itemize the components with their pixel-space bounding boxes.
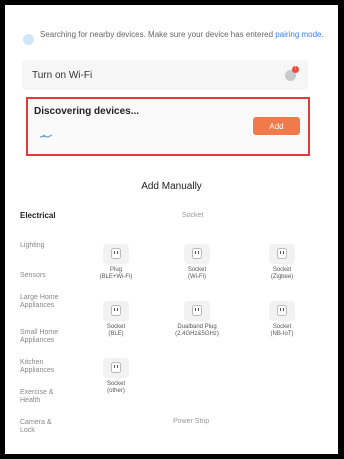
socket-icon: [184, 244, 210, 264]
category-small-home-appliances[interactable]: Small Home Appliances: [20, 329, 75, 345]
add-button[interactable]: Add: [253, 117, 300, 135]
device-plug-ble-wifi[interactable]: Plug (BLE+Wi-Fi): [81, 244, 151, 281]
discovering-devices-card: Discovering devices... Add: [26, 97, 310, 156]
scan-tail: .: [321, 30, 324, 39]
turn-on-wifi-row[interactable]: Turn on Wi-Fi !: [22, 60, 308, 90]
device-socket-wifi[interactable]: Socket (Wi-Fi): [162, 244, 232, 281]
socket-icon: [269, 244, 295, 264]
scanning-icon: [23, 34, 34, 45]
device-socket-ble[interactable]: Socket (BLE): [81, 301, 151, 338]
category-camera-lock[interactable]: Camera & Lock: [20, 419, 65, 435]
wifi-alert-badge: !: [292, 66, 299, 73]
pairing-mode-link[interactable]: pairing mode: [275, 30, 321, 39]
add-manually-title: Add Manually: [141, 181, 202, 192]
category-exercise-health[interactable]: Exercise & Health: [20, 389, 65, 405]
device-socket-zigbee[interactable]: Socket (Zigbee): [247, 244, 317, 281]
wifi-label: Turn on Wi-Fi: [32, 70, 93, 81]
category-sensors[interactable]: Sensors: [20, 272, 46, 280]
category-large-home-appliances[interactable]: Large Home Appliances: [20, 294, 70, 310]
device-dualband-plug[interactable]: Dualband Plug (2.4GHz&5GHz): [162, 301, 232, 338]
plug-icon: [184, 301, 210, 321]
category-kitchen-appliances[interactable]: Kitchen Appliances: [20, 359, 65, 375]
device-socket-nb-iot[interactable]: Socket (NB-IoT): [247, 301, 317, 338]
searching-animation-icon: [39, 134, 53, 138]
section-power-strip: Power Strip: [173, 418, 210, 425]
plug-icon: [103, 244, 129, 264]
socket-icon: [103, 358, 129, 378]
section-socket: Socket: [182, 212, 204, 219]
category-electrical[interactable]: Electrical: [20, 212, 56, 220]
device-socket-other[interactable]: Socket (other): [81, 358, 151, 395]
socket-icon: [103, 301, 129, 321]
socket-icon: [269, 301, 295, 321]
app-screen: Searching for nearby devices. Make sure …: [5, 5, 338, 454]
category-lighting[interactable]: Lighting: [20, 242, 45, 250]
discovering-title: Discovering devices...: [34, 106, 140, 117]
scan-text: Searching for nearby devices. Make sure …: [40, 30, 274, 39]
